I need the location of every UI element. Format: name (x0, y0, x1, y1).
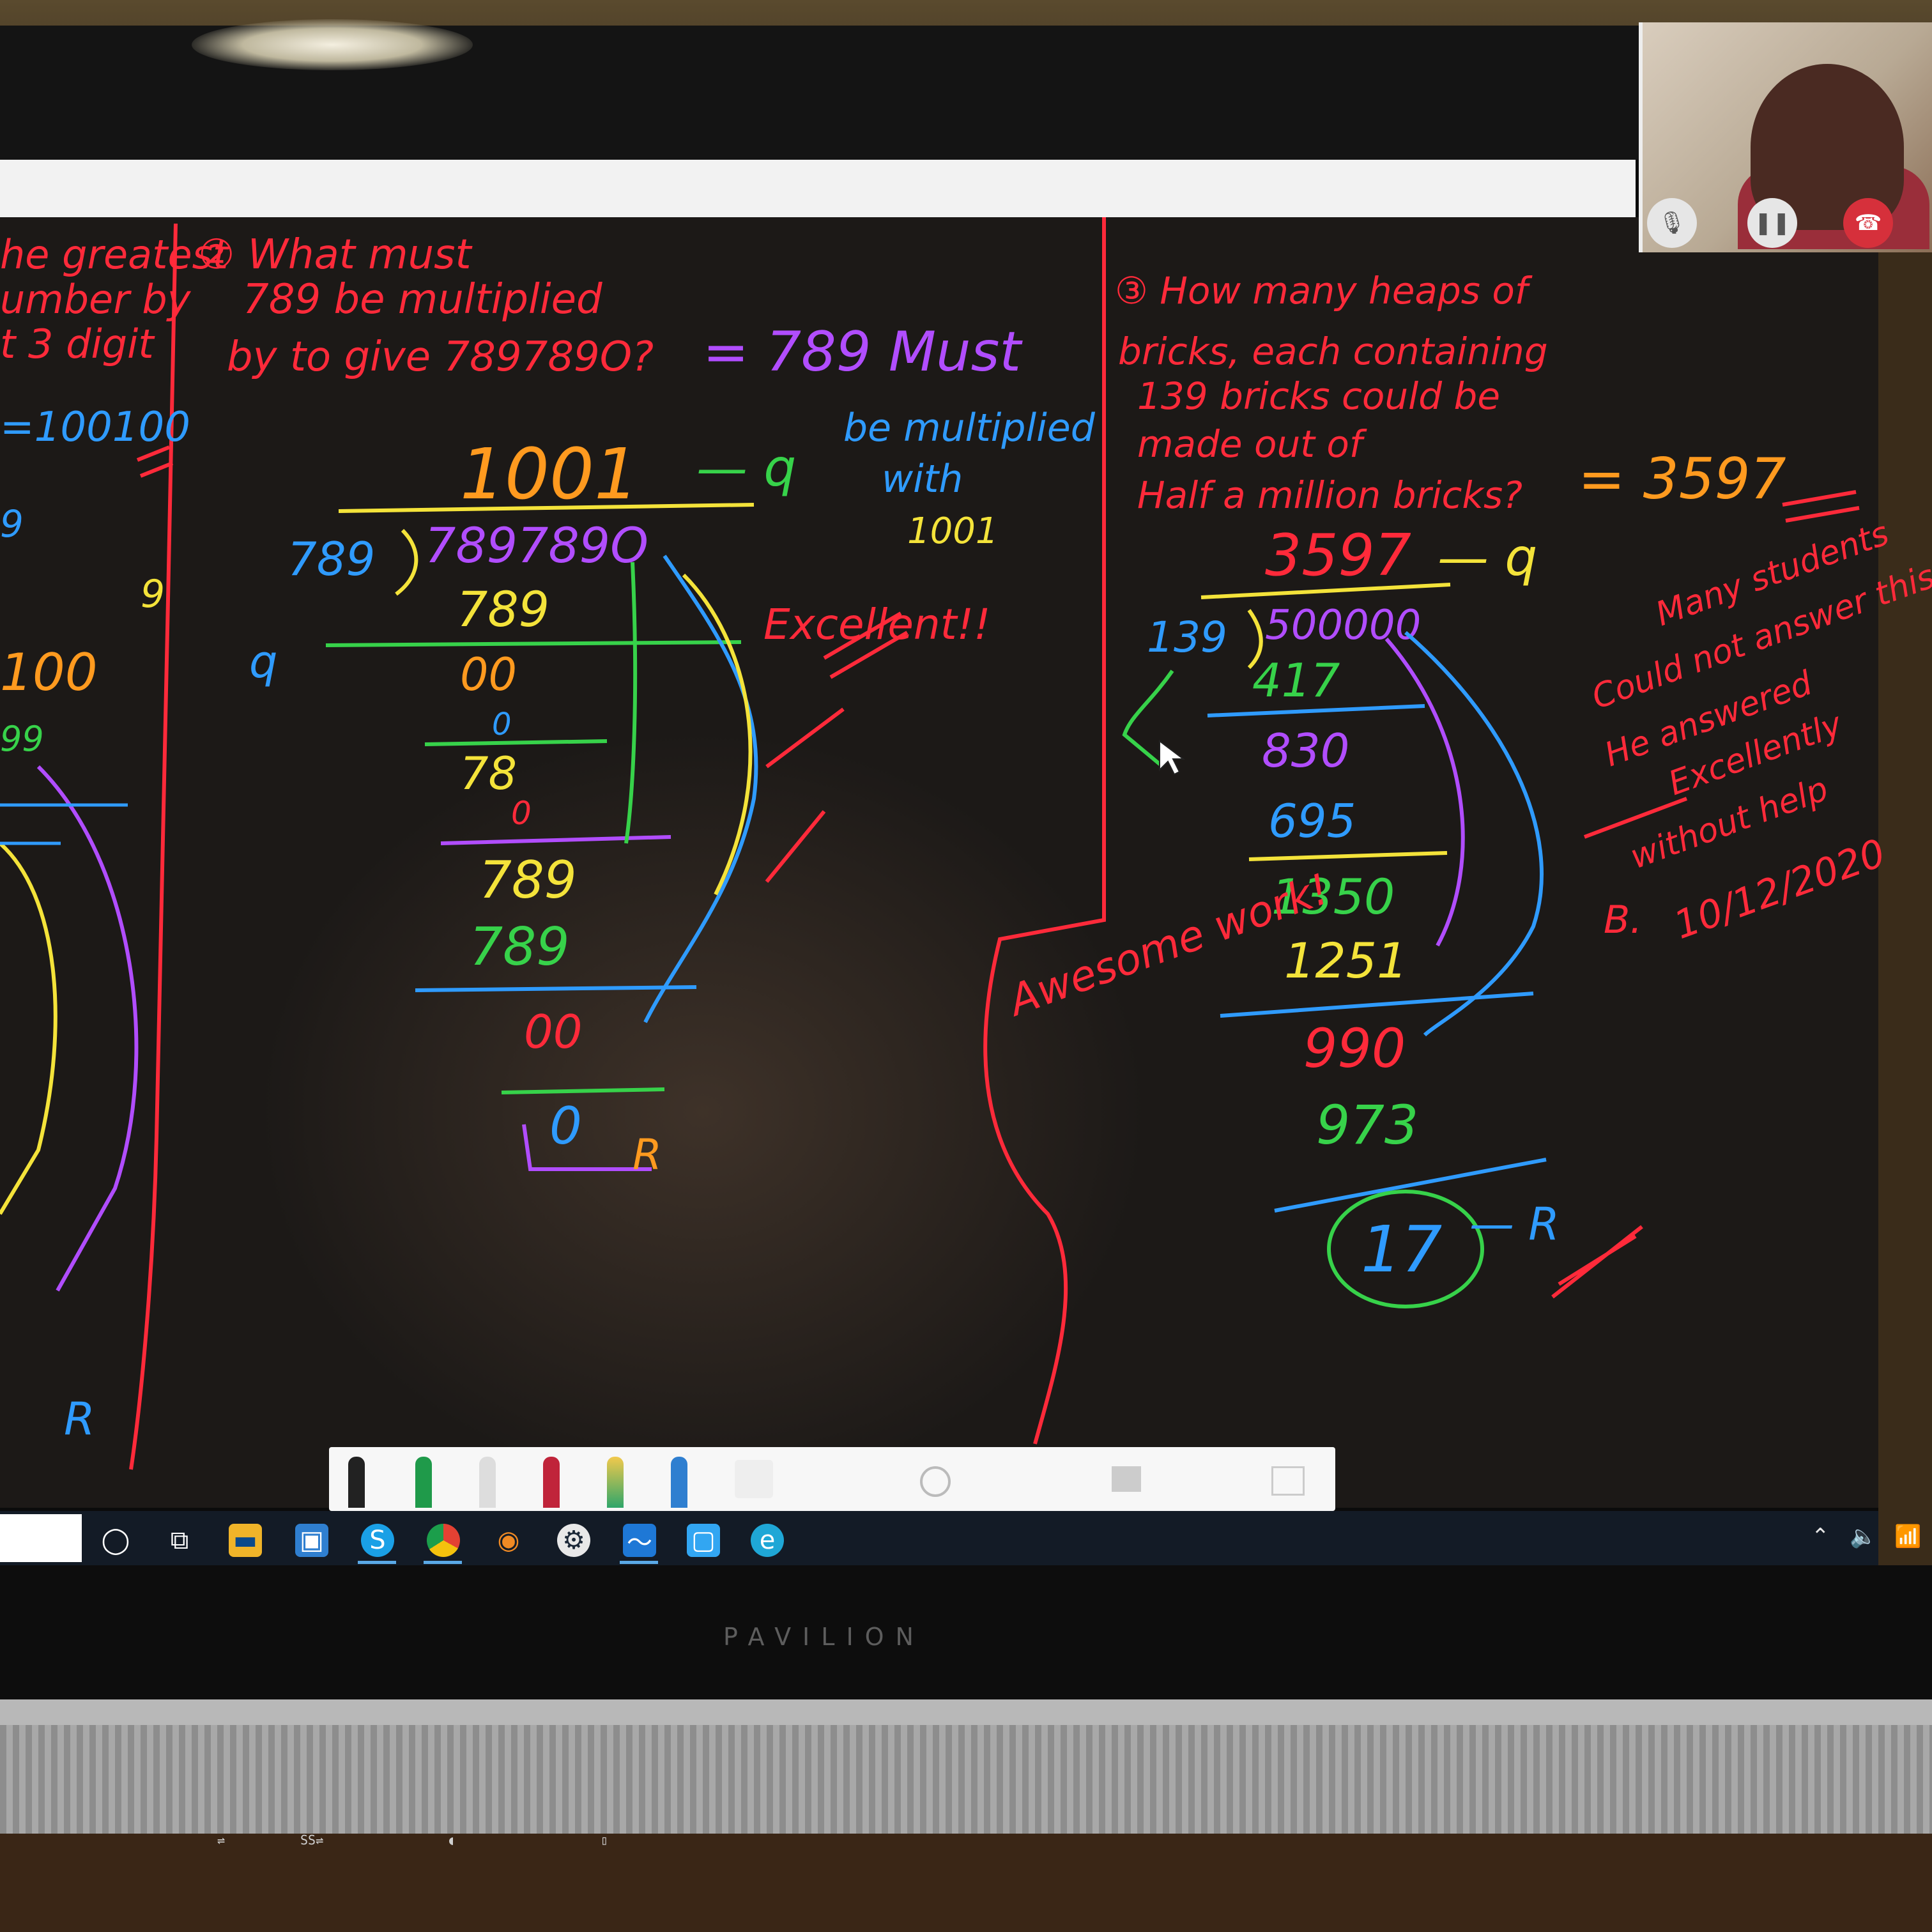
q1-prompt-line3: t 3 digit (0, 321, 155, 367)
q1-tick (136, 445, 174, 478)
q2-rule-1 (325, 640, 742, 647)
q2-answer-line2: be multiplied (843, 406, 1096, 450)
q2-dividend: 789789O (425, 517, 648, 574)
q3-prompt-line5: Half a million bricks? (1137, 473, 1522, 517)
q1-remainder: R (64, 1393, 95, 1445)
q3-step-1: 417 (1252, 654, 1340, 707)
q2-prompt-line2: 789 be multiplied (243, 276, 602, 323)
q2-teacher-comment: Excellent!! (763, 600, 991, 649)
q3-quotient-tag: — q (1438, 528, 1537, 587)
q3-rule-1 (1207, 704, 1425, 717)
q1-prompt-line1: he greatest (0, 231, 230, 278)
q2-prompt-line3: by to give 789789O? (227, 334, 654, 381)
q1-bracket-yellow (0, 841, 57, 1215)
q2-rule-2 (424, 739, 608, 746)
q2-remainder: R (632, 1130, 662, 1179)
q3-step-5: 1251 (1284, 932, 1407, 989)
q2-step-5: 0 (511, 795, 532, 832)
q2-step-6: 789 (479, 850, 577, 910)
q2-answer-line3: with (882, 457, 963, 502)
q3-step-3: 695 (1268, 794, 1356, 848)
q1-answer: =100100 (0, 404, 190, 451)
q2-step-3: 0 (492, 707, 512, 742)
q3-step-7: 973 (1316, 1094, 1418, 1156)
q1-prompt-line2: umber by (0, 276, 192, 323)
q2-rule-3 (440, 835, 671, 845)
ink-layer: he greatest umber by t 3 digit =100100 9… (0, 217, 1932, 1470)
q2-quotient: 1001 (460, 433, 639, 515)
q3-dividend: 500000 (1265, 602, 1421, 649)
mouse-cursor-icon (1159, 739, 1185, 776)
q1-step-2: 100 (0, 643, 98, 702)
q2-step-2: 00 (460, 648, 517, 701)
q3-prompt-line4: made out of (1137, 422, 1367, 466)
q3-step-6: 990 (1303, 1017, 1406, 1080)
q2-rule-5 (501, 1087, 665, 1094)
q3-quotient: 3597 (1265, 522, 1411, 589)
q3-answer: = 3597 (1578, 446, 1786, 512)
photo-of-monitor: 🎙 ❚❚ ☎ ◯ ⧉ ▬ ▣ S ◉ ⚙ 〜 ▢ e ⌃ 🔈 📶 PAVILIO… (0, 0, 1932, 1932)
q3-step-2: 830 (1262, 724, 1349, 778)
q3-rule-3 (1220, 992, 1534, 1018)
q3-prompt-line2: bricks, each containing (1118, 330, 1548, 373)
q1-step-3: 99 (0, 719, 44, 759)
q2-tick-marks (765, 707, 845, 883)
q3-remainder: 17 (1361, 1212, 1442, 1287)
q3-remainder-mark: — R (1469, 1198, 1560, 1250)
q2-answer-line1: = 789 Must (703, 320, 1023, 384)
q2-answer-line4: 1001 (907, 510, 999, 552)
q2-divisor: 789 (288, 532, 375, 586)
q1-rule-lines (0, 803, 128, 845)
q2-arrow-blue (643, 555, 758, 1023)
q3-arrow-purple (1384, 638, 1465, 947)
q1-step-4: 9 (141, 572, 165, 617)
q2-step-1: 789 (457, 581, 549, 638)
q2-quotient-tag: — q (696, 438, 796, 498)
q2-division-bracket (395, 528, 418, 596)
q2-step-8: 00 (524, 1005, 583, 1059)
q3-remainder-tick (1551, 1225, 1643, 1299)
q2-prompt-line1: ② What must (198, 231, 473, 279)
q3-divisor: 139 (1147, 613, 1227, 662)
q3-answer-tick (1782, 490, 1860, 523)
q3-prompt-line1: ③ How many heaps of (1115, 269, 1533, 312)
teacher-signature: B. (1604, 898, 1642, 942)
q2-step-4: 78 (460, 747, 517, 800)
divider-line-2 (983, 217, 1106, 1445)
q2-rule-4 (415, 985, 697, 992)
q2-step-9: 0 (549, 1096, 582, 1156)
q3-prompt-line3: 139 bricks could be (1137, 374, 1500, 418)
q3-rule-2 (1248, 851, 1448, 861)
q1-step-1: 9 (0, 502, 24, 546)
q2-step-7: 789 (470, 917, 570, 977)
q2-arrow-green (624, 562, 638, 844)
q2-q-mark: q (249, 636, 277, 688)
q1-bracket-purple (36, 765, 139, 1292)
